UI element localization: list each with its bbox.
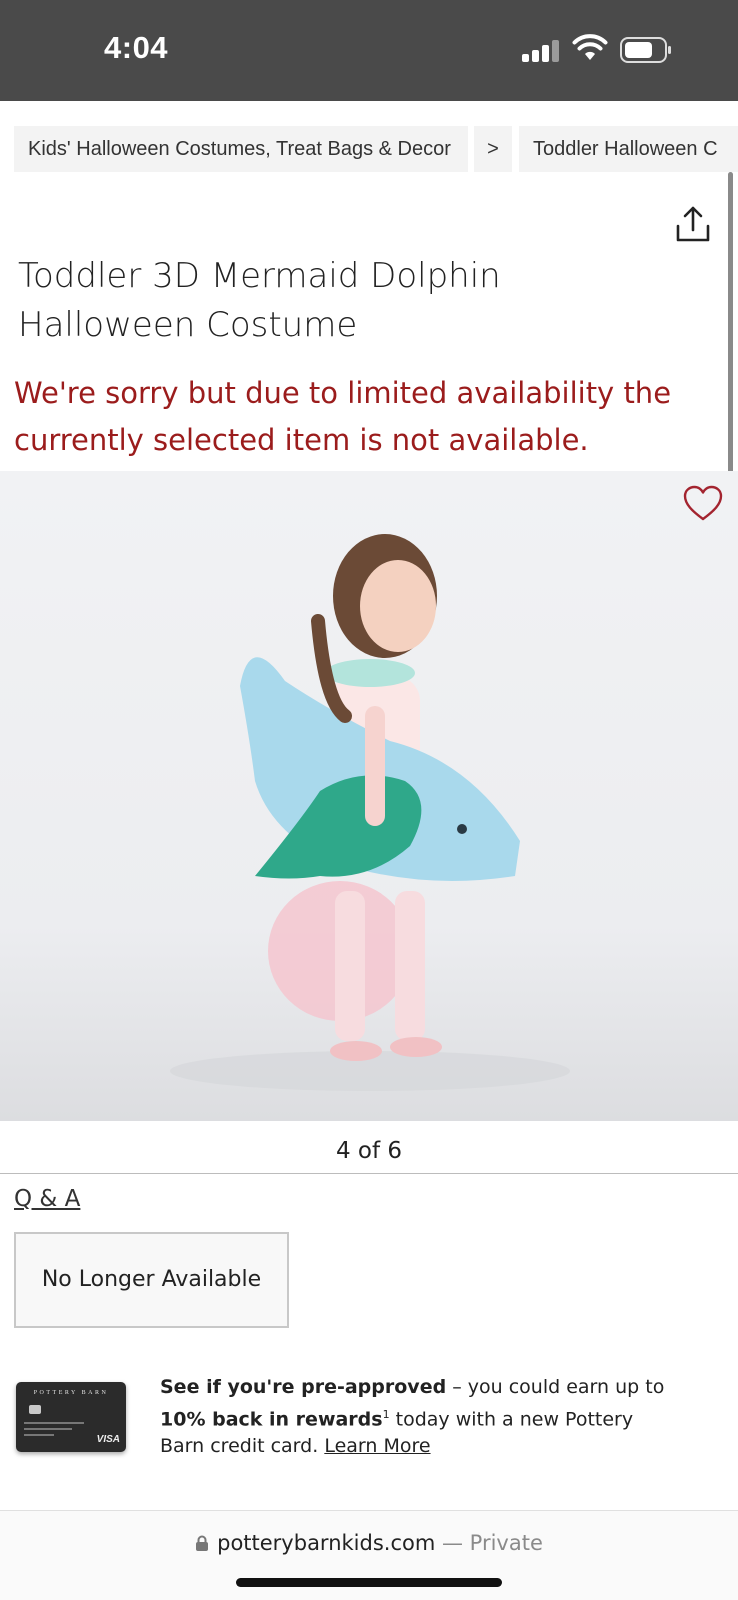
- url-domain: potterybarnkids.com: [217, 1531, 436, 1555]
- credit-card-image: POTTERY BARN VISA: [16, 1382, 126, 1452]
- no-longer-available-button: No Longer Available: [14, 1232, 289, 1328]
- product-image[interactable]: [0, 471, 738, 1121]
- share-icon[interactable]: [674, 204, 712, 244]
- breadcrumb-item-kids-halloween[interactable]: Kids' Halloween Costumes, Treat Bags & D…: [14, 126, 468, 172]
- signal-icon: [522, 40, 562, 62]
- breadcrumb: Kids' Halloween Costumes, Treat Bags & D…: [0, 126, 738, 172]
- card-brand-text: POTTERY BARN: [33, 1390, 109, 1396]
- card-text-line: [24, 1422, 84, 1424]
- image-counter: 4 of 6: [335, 1138, 403, 1164]
- wifi-icon: [572, 34, 608, 60]
- credit-promo-text: See if you're pre-approved – you could e…: [160, 1374, 680, 1460]
- battery-icon: [620, 37, 671, 63]
- status-time: 4:04: [104, 30, 169, 65]
- heart-icon[interactable]: [682, 484, 724, 524]
- learn-more-link[interactable]: Learn More: [324, 1435, 430, 1457]
- divider: [0, 1173, 738, 1174]
- url-private-label: — Private: [435, 1531, 543, 1555]
- product-photo-illustration: [170, 534, 570, 1091]
- qa-link[interactable]: Q & A: [14, 1186, 80, 1212]
- promo-footnote: 1: [382, 1408, 390, 1421]
- card-chip-icon: [29, 1405, 41, 1414]
- card-text-line: [24, 1434, 54, 1436]
- promo-strong-2: 10% back in rewards: [160, 1408, 383, 1431]
- url-display[interactable]: potterybarnkids.com — Private: [0, 1531, 738, 1555]
- breadcrumb-separator: >: [474, 126, 512, 172]
- promo-text-1: – you could earn up to: [446, 1376, 665, 1398]
- card-text-line: [24, 1428, 72, 1430]
- home-indicator[interactable]: [236, 1578, 502, 1587]
- lock-icon: [196, 1535, 209, 1551]
- status-bar: 4:04: [0, 0, 738, 101]
- card-network-text: VISA: [96, 1434, 120, 1445]
- availability-alert: We're sorry but due to limited availabil…: [14, 376, 672, 457]
- product-title: Toddler 3D Mermaid Dolphin Halloween Cos…: [18, 256, 501, 345]
- breadcrumb-item-toddler-halloween[interactable]: Toddler Halloween C: [519, 126, 738, 172]
- promo-strong-1: See if you're pre-approved: [160, 1376, 447, 1398]
